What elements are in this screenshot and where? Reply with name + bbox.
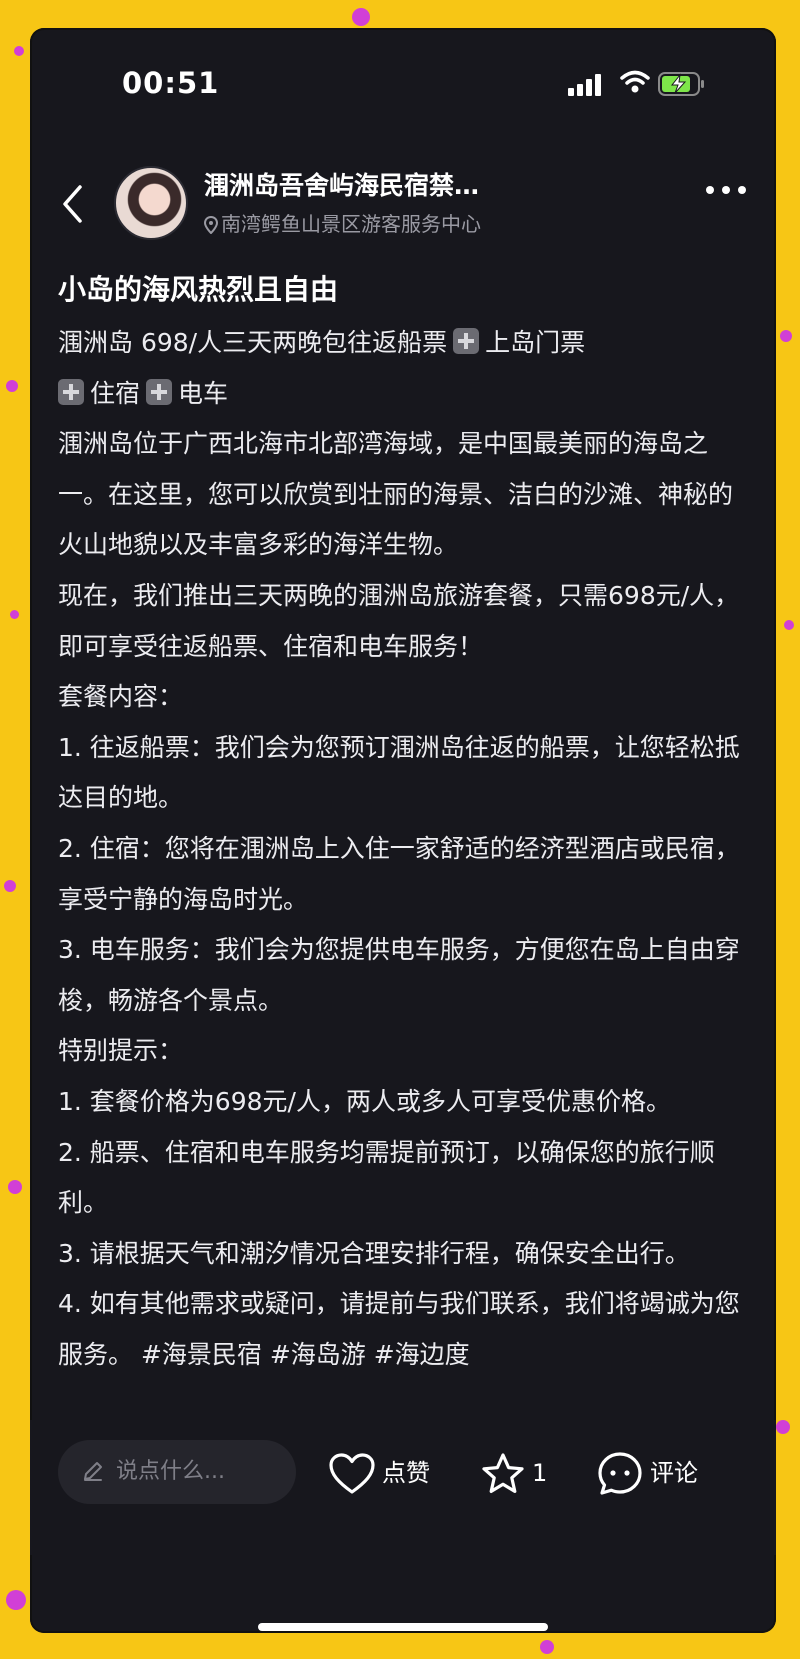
plus-icon	[58, 378, 84, 405]
post-paragraph: 特别提示：	[58, 1036, 184, 1066]
confetti-dot	[6, 1590, 26, 1610]
confetti-dot	[8, 1180, 22, 1194]
chat-bubble-icon	[598, 1452, 642, 1495]
chevron-left-icon[interactable]	[60, 184, 84, 224]
home-indicator	[258, 1623, 548, 1631]
post-paragraph: 2. 船票、住宿和电车服务均需提前预订，以确保您的旅行顺利。	[58, 1137, 715, 1218]
confetti-dot	[780, 330, 792, 342]
post-paragraph: 1. 往返船票：我们会为您预订涠洲岛往返的船票，让您轻松抵达目的地。	[58, 732, 740, 813]
confetti-dot	[4, 880, 16, 892]
heart-icon	[329, 1453, 375, 1494]
confetti-dot	[540, 1640, 554, 1654]
post-paragraph: 套餐内容：	[58, 682, 184, 712]
post-paragraph: 现在，我们推出三天两晚的涠洲岛旅游套餐，只需698元/人，即可享受往返船票、住宿…	[58, 580, 740, 661]
post-title: 小岛的海风热烈且自由	[58, 273, 339, 306]
collect-count: 1	[532, 1459, 548, 1487]
post-paragraph: 3. 电车服务：我们会为您提供电车服务，方便您在岛上自由穿梭，畅游各个景点。	[58, 935, 740, 1015]
like-label: 点赞	[382, 1459, 430, 1487]
plus-icon	[146, 378, 173, 405]
post-paragraph: 1. 套餐价格为698元/人，两人或多人可享受优惠价格。	[58, 1086, 671, 1116]
confetti-dot	[10, 610, 19, 619]
post-paragraph: 3. 请根据天气和潮汐情况合理安排行程，确保安全出行。	[58, 1238, 690, 1268]
phone-screen: 00:51 涠洲岛吾舍屿海民宿禁… 南湾鳄鱼山景区游客服务中心 小岛的海风热烈且…	[30, 28, 776, 1633]
author-name[interactable]: 涠洲岛吾舍屿海民宿禁…	[204, 166, 479, 202]
comment-input[interactable]: 说点什么...	[58, 1440, 296, 1504]
comment-label: 评论	[650, 1459, 698, 1487]
confetti-dot	[776, 1420, 790, 1434]
post-paragraph: 4. 如有其他需求或疑问，请提前与我们联系，我们将竭诚为您服务。 #海景民宿 #…	[58, 1289, 740, 1369]
location-text: 南湾鳄鱼山景区游客服务中心	[221, 212, 481, 236]
action-bar: 说点什么... 点赞 1 评论	[30, 1420, 776, 1555]
status-bar: 00:51	[30, 28, 776, 138]
pencil-icon	[84, 1462, 102, 1481]
more-dots-icon[interactable]	[704, 184, 748, 196]
confetti-dot	[14, 46, 24, 56]
location-pin-icon	[203, 215, 219, 235]
post-intro-line: 涠洲岛 698/人三天两晚包往返船票 上岛门票 住宿 电车	[58, 328, 586, 408]
post-paragraph: 涠洲岛位于广西北海市北部湾海域，是中国最美丽的海岛之一。在这里，您可以欣赏到壮丽…	[58, 429, 734, 560]
star-icon	[482, 1453, 524, 1493]
post-header: 涠洲岛吾舍屿海民宿禁… 南湾鳄鱼山景区游客服务中心	[30, 158, 776, 258]
battery-charging-icon	[658, 72, 704, 96]
post-paragraph: 2. 住宿：您将在涠洲岛上入住一家舒适的经济型酒店或民宿，享受宁静的海岛时光。	[58, 833, 740, 914]
plus-icon	[453, 328, 480, 354]
confetti-dot	[352, 8, 370, 26]
status-time: 00:51	[122, 66, 220, 100]
comment-placeholder: 说点什么...	[116, 1459, 225, 1484]
author-avatar[interactable]	[114, 166, 188, 240]
collect-button[interactable]: 1	[480, 1446, 547, 1500]
post-body: 涠洲岛 698/人三天两晚包往返船票 上岛门票 住宿 电车 涠洲岛位于广西北海市北部湾…	[58, 318, 748, 1420]
comment-button[interactable]: 评论	[596, 1446, 698, 1500]
location-tag[interactable]: 南湾鳄鱼山景区游客服务中心	[203, 208, 481, 237]
wifi-icon	[620, 70, 650, 93]
confetti-dot	[784, 620, 794, 630]
like-button[interactable]: 点赞	[328, 1446, 430, 1500]
cellular-signal-icon	[568, 74, 601, 96]
confetti-dot	[6, 380, 18, 392]
